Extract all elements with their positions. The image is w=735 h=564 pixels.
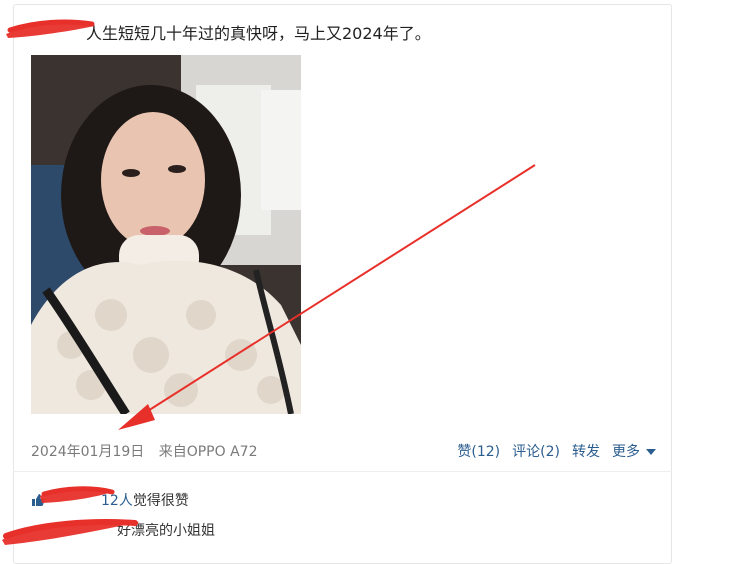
likes-suffix: 觉得很赞	[132, 493, 189, 509]
thumbs-up-icon	[32, 494, 45, 506]
post-photo[interactable]	[31, 55, 301, 414]
post-actions: 赞(12) 评论(2) 转发 更多	[445, 441, 656, 461]
comment-button[interactable]: 评论(2)	[512, 441, 560, 461]
divider	[13, 471, 672, 472]
comment-text: 好漂亮的小姐姐	[117, 523, 215, 539]
post-source: 来自OPPO A72	[158, 444, 258, 460]
post-date: 2024年01月19日	[31, 444, 145, 460]
more-label: 更多	[612, 444, 640, 460]
forward-button[interactable]: 转发	[572, 441, 600, 461]
post-meta: 2024年01月19日 来自OPPO A72	[31, 441, 267, 461]
comment-item: 好漂亮的小姐姐	[31, 520, 215, 540]
likes-summary: 12人觉得很赞	[31, 490, 189, 510]
chevron-down-icon	[646, 449, 656, 455]
likes-count-link[interactable]: 12人	[101, 493, 133, 509]
more-button[interactable]: 更多	[612, 441, 656, 461]
post-text: 人生短短几十年过的真快呀，马上又2024年了。	[86, 24, 431, 43]
like-button[interactable]: 赞(12)	[457, 441, 500, 461]
portrait-image	[31, 55, 301, 414]
